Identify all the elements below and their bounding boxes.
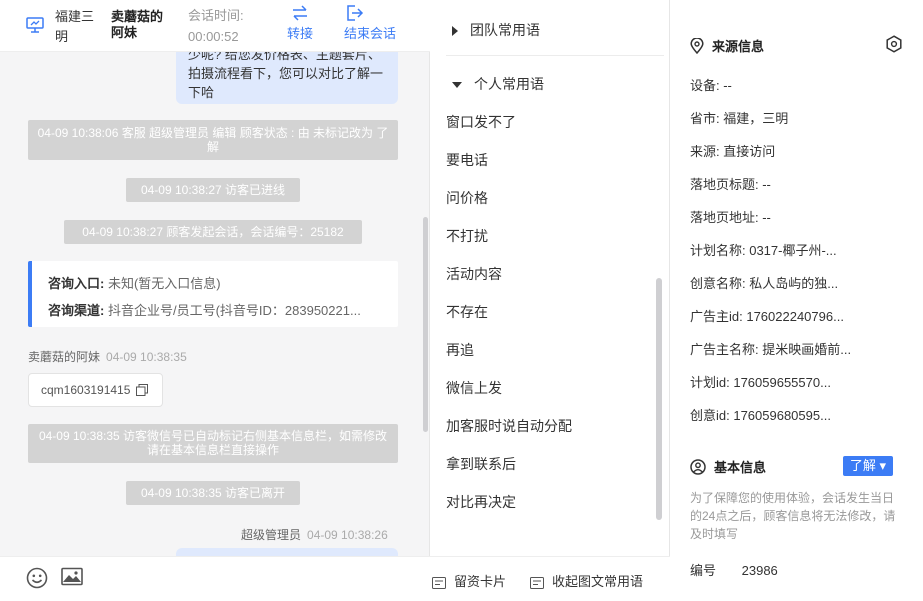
location-pin-icon — [690, 37, 704, 55]
settings-hexagon-icon[interactable] — [885, 35, 903, 53]
personal-phrases-toggle[interactable]: 个人常用语 — [452, 74, 544, 94]
agent-message-bubble: 少呢? 给您发价格表、主题套片、拍摄流程看下，您可以对比了解一下哈 — [176, 52, 398, 104]
chat-input-toolbar — [0, 556, 430, 601]
basic-info-title-text: 基本信息 — [714, 460, 767, 475]
phrase-item[interactable]: 活动内容 — [446, 264, 502, 284]
province-city-field: 省市: 福建，三明 — [690, 111, 789, 126]
phrases-panel: 团队常用语 个人常用语 窗口发不了 要电话 问价格 不打扰 活动内容 不存在 再… — [430, 0, 670, 601]
consult-entry-row: 咨询入口: 未知(暂无入口信息) — [48, 273, 221, 292]
advertiser-id-field: 广告主id: 176022240796... — [690, 309, 844, 324]
phrase-item[interactable]: 加客服时说自动分配 — [446, 416, 572, 436]
caret-right-icon — [452, 26, 458, 37]
visitor-message-text: cqm1603191415 — [41, 383, 131, 397]
agent-message-time: 04-09 10:38:26 — [307, 528, 388, 542]
transfer-icon — [293, 5, 307, 21]
device-field: 设备: -- — [690, 78, 732, 93]
monitor-icon — [26, 17, 44, 33]
source-field: 来源: 直接访问 — [690, 144, 776, 159]
customer-number-label: 编号 — [690, 563, 717, 578]
visitor-sender-name: 卖蘑菇的阿妹 — [28, 350, 101, 364]
lead-card-label: 留资卡片 — [454, 574, 507, 589]
phrase-item[interactable]: 再追 — [446, 340, 474, 360]
phrase-item[interactable]: 不存在 — [446, 302, 488, 322]
system-message: 04-09 10:38:35 访客微信号已自动标记右侧基本信息栏，如需修改请在基… — [28, 424, 398, 463]
exit-icon — [347, 5, 364, 21]
phrase-item[interactable]: 拿到联系后 — [446, 454, 516, 474]
personal-phrases-label: 个人常用语 — [474, 76, 544, 92]
chat-scrollbar[interactable] — [423, 217, 428, 432]
consult-entry-value: 未知(暂无入口信息) — [107, 276, 221, 291]
consult-entry-label: 咨询入口: — [48, 276, 105, 291]
caret-down-icon — [452, 82, 462, 89]
advertiser-name-field: 广告主名称: 提米映画婚前... — [690, 342, 852, 357]
chat-panel: 福建三明 卖蘑菇的阿妹 会话时间: 00:00:52 转接 结束会话 少呢? 给… — [0, 0, 430, 601]
edit-deadline-note: 为了保障您的使用体验，会话发生当日的24点之后，顾客信息将无法修改，请及时填写 — [690, 491, 896, 541]
creative-name-field: 创意名称: 私人岛屿的独... — [690, 276, 839, 291]
emoji-icon[interactable] — [26, 567, 48, 589]
session-time-label: 会话时间: — [188, 8, 244, 23]
phrase-item[interactable]: 窗口发不了 — [446, 112, 516, 132]
message-icon — [530, 577, 544, 589]
collapse-phrases-label: 收起图文常用语 — [552, 574, 644, 589]
phrase-item[interactable]: 问价格 — [446, 188, 488, 208]
transfer-button[interactable]: 转接 — [283, 5, 317, 43]
consult-channel-label: 咨询渠道: — [48, 303, 105, 318]
phrases-footer: 留资卡片 收起图文常用语 — [430, 556, 670, 601]
customer-status-dropdown[interactable]: 了解 ▾ — [843, 456, 893, 476]
chat-messages[interactable]: 少呢? 给您发价格表、主题套片、拍摄流程看下，您可以对比了解一下哈 04-09 … — [0, 52, 430, 556]
chat-header: 福建三明 卖蘑菇的阿妹 会话时间: 00:00:52 转接 结束会话 — [0, 0, 430, 52]
basic-info-title: 基本信息 — [690, 457, 766, 476]
plan-name-field: 计划名称: 0317-椰子州-... — [690, 243, 837, 258]
card-icon — [432, 577, 446, 589]
phrase-item[interactable]: 要电话 — [446, 150, 488, 170]
end-session-button[interactable]: 结束会话 — [344, 5, 406, 43]
consult-channel-value: 抖音企业号/员工号(抖音号ID：283950221... — [107, 303, 361, 318]
session-time: 00:00:52 — [188, 29, 239, 44]
lead-card-button[interactable]: 留资卡片 — [432, 571, 506, 590]
landing-url-field: 落地页地址: -- — [690, 210, 771, 225]
visitor-location: 福建三明 — [55, 9, 95, 44]
system-message: 04-09 10:38:27 访客已进线 — [126, 178, 300, 202]
phrase-item[interactable]: 对比再决定 — [446, 492, 516, 512]
copy-icon[interactable] — [136, 384, 148, 396]
visitor-message-time: 04-09 10:38:35 — [106, 350, 187, 364]
landing-title-field: 落地页标题: -- — [690, 177, 771, 192]
phrases-scrollbar[interactable] — [656, 278, 662, 520]
source-info-title: 来源信息 — [690, 36, 764, 55]
system-message: 04-09 10:38:35 访客已离开 — [126, 481, 300, 505]
system-message: 04-09 10:38:27 顾客发起会话，会话编号：25182 — [64, 220, 362, 244]
visitor-message-bubble[interactable]: cqm1603191415 — [28, 373, 163, 407]
phrase-item[interactable]: 微信上发 — [446, 378, 502, 398]
team-phrases-label: 团队常用语 — [470, 22, 540, 38]
phrase-item[interactable]: 不打扰 — [446, 226, 488, 246]
agent-sender-name: 超级管理员 — [241, 528, 302, 542]
image-icon[interactable] — [61, 567, 83, 587]
collapse-phrases-button[interactable]: 收起图文常用语 — [530, 571, 643, 590]
agent-message-meta: 超级管理员 04-09 10:38:26 — [241, 526, 388, 543]
divider — [446, 55, 664, 56]
consult-channel-row: 咨询渠道: 抖音企业号/员工号(抖音号ID：283950221... — [48, 300, 361, 319]
plan-id-field: 计划id: 176059655570... — [690, 375, 831, 390]
system-message: 04-09 10:38:06 客服 超级管理员 编辑 顾客状态 : 由 未标记改… — [28, 120, 398, 160]
customer-number-row: 编号 23986 — [690, 560, 778, 579]
transfer-label: 转接 — [286, 26, 313, 41]
visitor-name: 卖蘑菇的阿妹 — [111, 9, 164, 40]
visitor-message-meta: 卖蘑菇的阿妹 04-09 10:38:35 — [28, 348, 187, 365]
team-phrases-toggle[interactable]: 团队常用语 — [452, 20, 540, 40]
customer-number-value: 23986 — [741, 563, 778, 578]
consult-info-card: 咨询入口: 未知(暂无入口信息) 咨询渠道: 抖音企业号/员工号(抖音号ID：2… — [28, 261, 398, 327]
user-icon — [690, 459, 706, 475]
customer-info-panel: 来源信息 设备: -- 省市: 福建，三明 来源: 直接访问 落地页标题: --… — [670, 0, 923, 601]
end-session-label: 结束会话 — [344, 26, 397, 41]
creative-id-field: 创意id: 176059680595... — [690, 408, 831, 423]
agent-message-bubble — [176, 548, 398, 556]
source-info-title-text: 来源信息 — [712, 39, 765, 54]
